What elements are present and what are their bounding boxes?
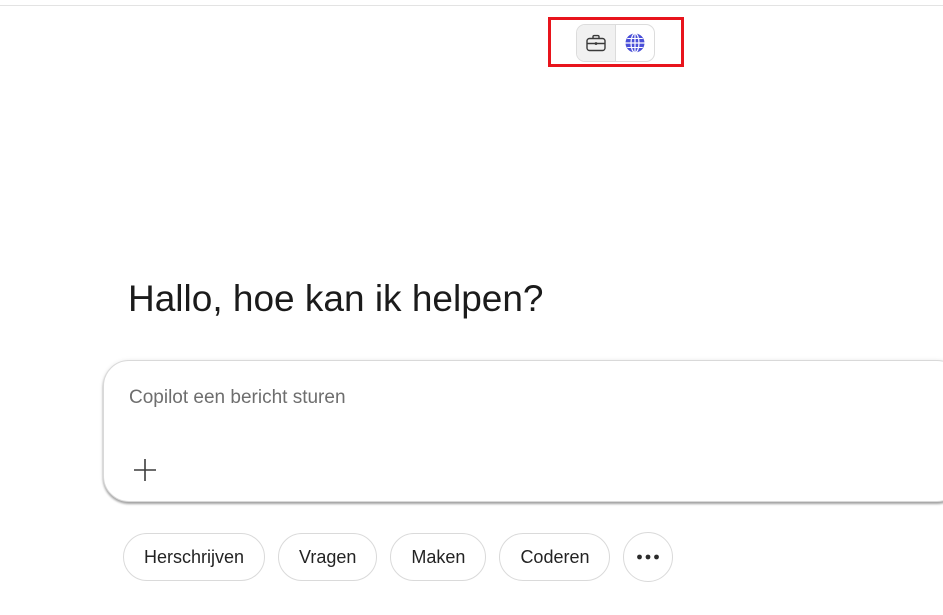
chip-herschrijven[interactable]: Herschrijven (123, 533, 266, 581)
message-composer[interactable] (103, 360, 943, 502)
chip-maken[interactable]: Maken (390, 533, 487, 581)
globe-icon (625, 32, 645, 54)
top-divider (0, 5, 943, 6)
more-options-button[interactable] (623, 532, 674, 582)
suggestion-chips: Herschrijven Vragen Maken Coderen (123, 532, 674, 582)
more-dots-icon (637, 554, 660, 560)
message-input[interactable] (129, 387, 729, 409)
chip-vragen[interactable]: Vragen (278, 533, 378, 581)
work-web-mode-toggle[interactable] (576, 24, 655, 62)
plus-icon (134, 459, 156, 481)
add-attachment-button[interactable] (130, 455, 160, 485)
work-mode-button[interactable] (577, 25, 616, 61)
chip-coderen[interactable]: Coderen (499, 533, 611, 581)
greeting-heading: Hallo, hoe kan ik helpen? (128, 278, 544, 319)
web-mode-button[interactable] (616, 25, 654, 61)
briefcase-icon (586, 34, 606, 52)
